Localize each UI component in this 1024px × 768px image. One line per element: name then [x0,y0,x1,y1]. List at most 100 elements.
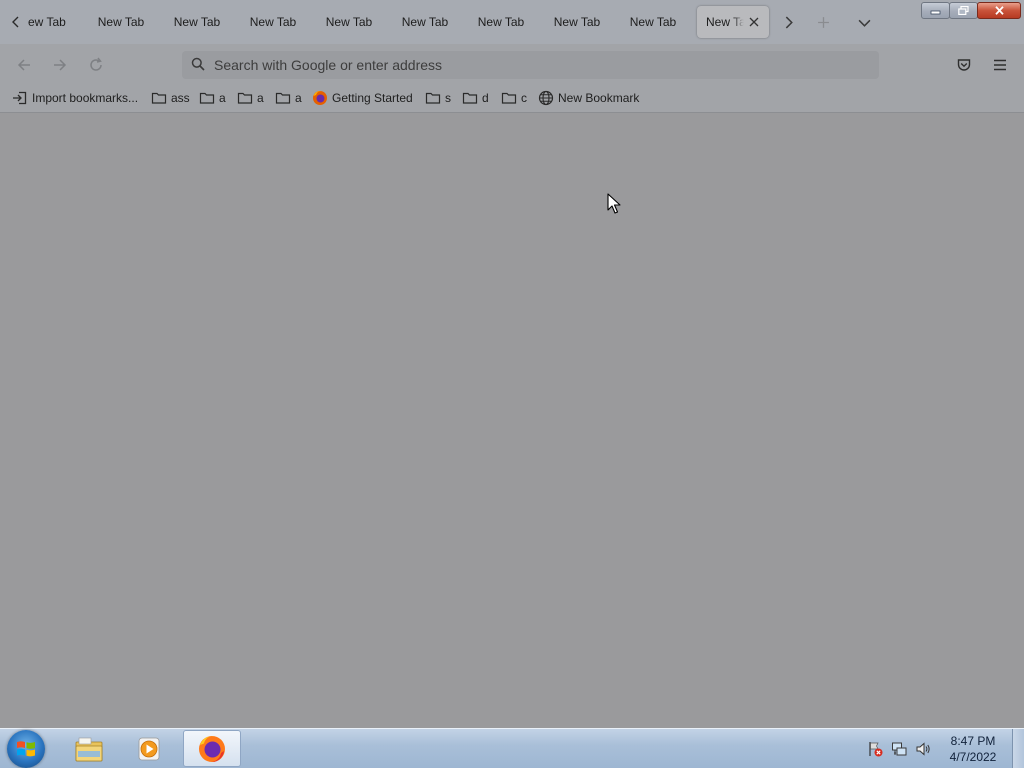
tab-label: New Tab [629,15,677,29]
media-player-icon [138,737,160,760]
mouse-cursor-icon [607,193,621,214]
folder-icon [462,92,478,104]
tab-label: New Tab [325,15,373,29]
search-icon [191,57,205,71]
address-input[interactable] [214,55,854,75]
tab-8[interactable]: New Tab [540,6,614,38]
folder-icon [501,92,517,104]
bookmark-folder-ass[interactable]: ass [151,89,190,107]
tab-1[interactable]: ew Tab [28,6,72,38]
tab-label: New Tab [401,15,449,29]
reload-button[interactable] [82,52,110,78]
pocket-icon [957,59,971,71]
tab-label: ew Tab [28,15,66,29]
plus-icon [817,16,829,28]
minimize-icon [930,10,941,15]
close-tab-button[interactable] [747,15,761,29]
folder-icon [275,92,291,104]
bookmark-label: d [482,91,489,105]
taskbar-firefox-button[interactable] [183,730,241,767]
import-icon [13,91,27,105]
bookmark-label: ass [171,91,190,105]
globe-icon [538,90,554,106]
close-icon [749,17,759,27]
taskbar-explorer-button[interactable] [60,730,118,767]
tab-10-selected[interactable]: New Tab [697,6,769,38]
bookmark-label: Getting Started [332,91,413,105]
scroll-tabs-left-button[interactable] [4,7,28,37]
tab-label: New Tab [553,15,601,29]
tab-6[interactable]: New Tab [388,6,462,38]
bookmark-label: s [445,91,451,105]
bookmark-folder-c[interactable]: c [501,89,527,107]
bookmark-folder-a-2[interactable]: a [237,89,264,107]
tab-label: New Tab [97,15,145,29]
desktop-screen: ew Tab New Tab New Tab New Tab New Tab N… [0,0,1024,768]
bookmark-label: Import bookmarks... [32,91,139,105]
page-content-area[interactable] [0,113,1024,728]
tab-7[interactable]: New Tab [464,6,538,38]
bookmark-folder-a-3[interactable]: a [275,89,302,107]
minimize-button[interactable] [921,2,950,19]
reload-icon [90,57,102,71]
tab-2[interactable]: New Tab [84,6,158,38]
back-button[interactable] [10,52,38,78]
windows-logo-icon [17,741,35,757]
bookmark-folder-d[interactable]: d [462,89,489,107]
chevron-left-icon [12,16,19,28]
tab-label: New Tab [249,15,297,29]
bookmark-label: New Bookmark [558,91,640,105]
folder-icon [151,92,167,104]
bookmark-new-bookmark[interactable]: New Bookmark [538,89,639,107]
forward-button[interactable] [46,52,74,78]
firefox-icon [313,91,327,105]
show-desktop-button[interactable] [1012,729,1024,768]
new-tab-button[interactable] [809,7,837,37]
tab-9[interactable]: New Tab [616,6,690,38]
speaker-volume-icon [916,742,930,756]
scroll-tabs-right-button[interactable] [774,7,802,37]
folder-icon [425,92,441,104]
bookmark-label: a [257,91,264,105]
close-icon [994,6,1004,15]
file-explorer-icon [75,737,103,761]
tab-label: New Tab [477,15,525,29]
address-bar[interactable] [182,51,879,79]
bookmark-import[interactable]: Import bookmarks... [12,89,138,107]
start-button[interactable] [7,730,45,768]
tray-network-button[interactable] [890,732,908,766]
list-all-tabs-button[interactable] [850,7,878,37]
system-clock[interactable]: 8:47 PM 4/7/2022 [940,733,1006,765]
bookmark-label: a [219,91,226,105]
clock-time: 8:47 PM [950,734,996,748]
chevron-down-icon [858,19,870,27]
bookmark-getting-started[interactable]: Getting Started [312,89,413,107]
network-icon [892,742,907,756]
flag-warning-icon [869,742,883,757]
tray-volume-button[interactable] [914,732,932,766]
application-menu-button[interactable] [986,52,1014,78]
taskbar-media-player-button[interactable] [120,730,178,767]
tray-action-center-button[interactable] [866,732,884,766]
arrow-right-icon [54,59,67,71]
bookmark-label: c [521,91,527,105]
bookmark-folder-s[interactable]: s [425,89,451,107]
restore-button[interactable] [949,2,978,19]
tab-label: New Tab [706,15,744,29]
restore-icon [958,6,969,15]
tab-5[interactable]: New Tab [312,6,386,38]
hamburger-menu-icon [994,59,1006,71]
tab-4[interactable]: New Tab [236,6,310,38]
bookmark-label: a [295,91,302,105]
tab-3[interactable]: New Tab [160,6,234,38]
bookmark-folder-a-1[interactable]: a [199,89,226,107]
tab-label: New Tab [173,15,221,29]
clock-date: 4/7/2022 [949,750,997,764]
pocket-button[interactable] [950,52,978,78]
window-caption-buttons [921,2,1021,19]
folder-icon [237,92,253,104]
chevron-right-icon [785,16,793,28]
arrow-left-icon [17,59,30,71]
firefox-icon [199,735,225,762]
close-window-button[interactable] [977,2,1021,19]
